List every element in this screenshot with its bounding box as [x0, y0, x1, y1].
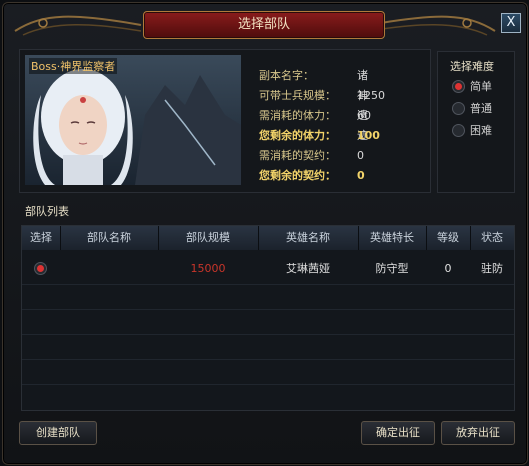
info-row-contract-left: 您剩余的契约： 0	[259, 166, 365, 186]
info-key: 需消耗的契约：	[259, 149, 336, 162]
create-troop-button[interactable]: 创建部队	[19, 421, 97, 445]
difficulty-panel: 选择难度 简单 普通 困难	[437, 51, 515, 193]
row-divider	[22, 309, 514, 310]
info-value: 100	[357, 129, 380, 142]
radio-hard[interactable]	[452, 124, 465, 137]
info-value: 1250	[357, 89, 385, 102]
info-value: 0	[357, 169, 365, 182]
row-divider	[22, 334, 514, 335]
abandon-march-button[interactable]: 放弃出征	[441, 421, 515, 445]
row-select-radio[interactable]	[34, 262, 47, 275]
boss-label: Boss·神界监察者	[29, 58, 118, 74]
status-cell: 驻防	[481, 262, 503, 275]
title-plate: 选择部队	[143, 11, 385, 39]
confirm-march-button[interactable]: 确定出征	[361, 421, 435, 445]
troop-list-title: 部队列表	[25, 205, 69, 218]
window-title: 选择部队	[237, 17, 290, 32]
boss-art-icon	[25, 55, 241, 185]
col-status: 状态	[481, 231, 503, 244]
info-row-dungeon-name: 副本名字： 诸神遗迹	[259, 66, 368, 142]
info-key: 副本名字：	[259, 69, 314, 82]
close-button[interactable]: X	[501, 13, 521, 33]
table-header: 选择 部队名称 部队规模 英雄名称 英雄特长 等级 状态	[22, 226, 514, 250]
row-divider	[22, 384, 514, 385]
info-key: 您剩余的契约：	[259, 169, 336, 182]
radio-easy[interactable]	[452, 80, 465, 93]
info-key: 您剩余的体力：	[259, 129, 336, 142]
radio-normal[interactable]	[452, 102, 465, 115]
dungeon-info: 副本名字： 诸神遗迹 可带士兵规模： 1250 需消耗的体力： 60 您剩余的体…	[259, 66, 385, 186]
left-ornament-icon	[14, 15, 142, 36]
info-value: 0	[357, 149, 364, 162]
info-value: 60	[357, 109, 371, 122]
col-level: 等级	[426, 226, 471, 250]
difficulty-label: 简单	[470, 80, 492, 93]
hero-name-cell: 艾琳茜娅	[286, 262, 330, 275]
info-row-stamina-cost: 需消耗的体力： 60	[259, 106, 371, 126]
troop-name-cell	[60, 260, 158, 278]
right-ornament-icon	[368, 15, 496, 36]
select-troop-window: 选择部队 X Boss·神界监察者 副本名字： 诸神遗迹 可带士兵规模： 125…	[2, 2, 528, 465]
col-hero-specialty: 英雄特长	[358, 226, 427, 250]
boss-portrait: Boss·神界监察者	[25, 55, 241, 185]
troop-table: 选择 部队名称 部队规模 英雄名称 英雄特长 等级 状态 15000 艾琳茜娅 …	[21, 225, 515, 411]
info-row-troop-capacity: 可带士兵规模： 1250	[259, 86, 385, 106]
row-divider	[22, 359, 514, 360]
difficulty-label: 普通	[470, 102, 492, 115]
level-cell: 0	[444, 262, 452, 275]
info-row-contract-cost: 需消耗的契约： 0	[259, 146, 364, 166]
col-hero-name: 英雄名称	[258, 226, 359, 250]
troop-size-cell: 15000	[190, 262, 226, 275]
col-troop-size: 部队规模	[158, 226, 259, 250]
info-key: 可带士兵规模：	[259, 89, 336, 102]
col-troop-name: 部队名称	[60, 226, 159, 250]
col-select: 选择	[22, 226, 61, 250]
difficulty-label: 困难	[470, 124, 492, 137]
difficulty-title: 选择难度	[450, 60, 494, 73]
info-row-stamina-left: 您剩余的体力： 100	[259, 126, 380, 146]
row-divider	[22, 284, 514, 285]
info-key: 需消耗的体力：	[259, 109, 336, 122]
hero-specialty-cell: 防守型	[375, 262, 409, 275]
title-bar: 选择部队 X	[3, 3, 527, 43]
